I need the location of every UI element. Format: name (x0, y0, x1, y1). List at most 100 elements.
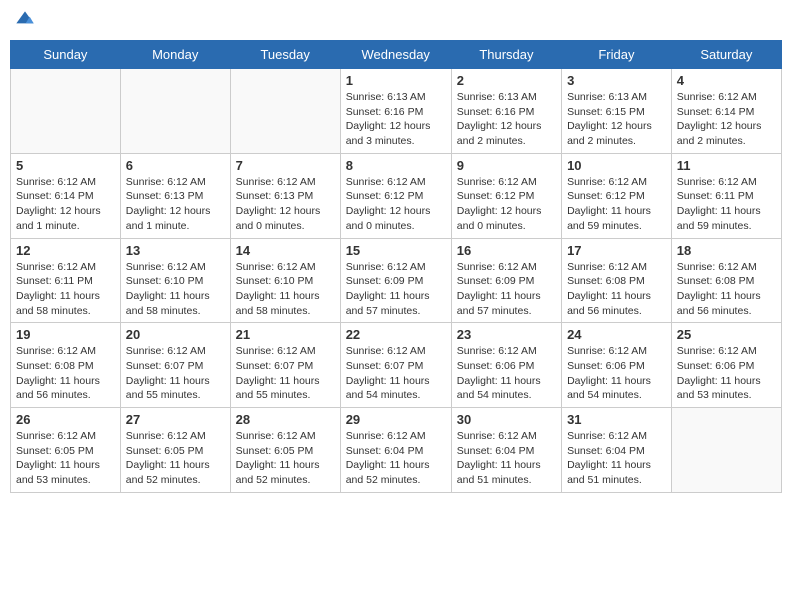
day-info: Sunrise: 6:12 AM Sunset: 6:14 PM Dayligh… (677, 90, 776, 149)
day-info: Sunrise: 6:12 AM Sunset: 6:04 PM Dayligh… (567, 429, 666, 488)
calendar-cell: 7Sunrise: 6:12 AM Sunset: 6:13 PM Daylig… (230, 153, 340, 238)
day-number: 10 (567, 158, 666, 173)
calendar-cell: 8Sunrise: 6:12 AM Sunset: 6:12 PM Daylig… (340, 153, 451, 238)
calendar-cell (11, 69, 121, 154)
calendar-cell: 14Sunrise: 6:12 AM Sunset: 6:10 PM Dayli… (230, 238, 340, 323)
day-info: Sunrise: 6:12 AM Sunset: 6:08 PM Dayligh… (16, 344, 115, 403)
day-info: Sunrise: 6:12 AM Sunset: 6:13 PM Dayligh… (236, 175, 335, 234)
day-number: 13 (126, 243, 225, 258)
day-number: 26 (16, 412, 115, 427)
day-number: 25 (677, 327, 776, 342)
weekday-header-thursday: Thursday (451, 41, 561, 69)
day-info: Sunrise: 6:12 AM Sunset: 6:06 PM Dayligh… (457, 344, 556, 403)
calendar-cell: 6Sunrise: 6:12 AM Sunset: 6:13 PM Daylig… (120, 153, 230, 238)
calendar-cell: 29Sunrise: 6:12 AM Sunset: 6:04 PM Dayli… (340, 408, 451, 493)
day-info: Sunrise: 6:12 AM Sunset: 6:07 PM Dayligh… (236, 344, 335, 403)
day-info: Sunrise: 6:12 AM Sunset: 6:08 PM Dayligh… (567, 260, 666, 319)
day-info: Sunrise: 6:12 AM Sunset: 6:09 PM Dayligh… (457, 260, 556, 319)
day-info: Sunrise: 6:12 AM Sunset: 6:05 PM Dayligh… (236, 429, 335, 488)
day-number: 11 (677, 158, 776, 173)
calendar-cell: 17 Sunrise: 6:12 AM Sunset: 6:08 PM Dayli… (562, 238, 672, 323)
day-number: 27 (126, 412, 225, 427)
calendar-cell (120, 69, 230, 154)
calendar-cell: 23 Sunrise: 6:12 AM Sunset: 6:06 PM Dayli… (451, 323, 561, 408)
calendar-cell: 16 Sunrise: 6:12 AM Sunset: 6:09 PM Dayli… (451, 238, 561, 323)
day-info: Sunrise: 6:12 AM Sunset: 6:12 PM Dayligh… (346, 175, 446, 234)
calendar-cell: 1 Sunrise: 6:13 AM Sunset: 6:16 PM Daylig… (340, 69, 451, 154)
calendar-cell: 4 Sunrise: 6:12 AM Sunset: 6:14 PM Daylig… (671, 69, 781, 154)
day-number: 6 (126, 158, 225, 173)
day-number: 12 (16, 243, 115, 258)
calendar-week-row: 5Sunrise: 6:12 AM Sunset: 6:14 PM Daylig… (11, 153, 782, 238)
day-info: Sunrise: 6:12 AM Sunset: 6:10 PM Dayligh… (126, 260, 225, 319)
day-number: 21 (236, 327, 335, 342)
day-info: Sunrise: 6:12 AM Sunset: 6:04 PM Dayligh… (346, 429, 446, 488)
day-number: 23 (457, 327, 556, 342)
logo (15, 10, 39, 30)
day-number: 28 (236, 412, 335, 427)
weekday-header-wednesday: Wednesday (340, 41, 451, 69)
calendar-cell: 31Sunrise: 6:12 AM Sunset: 6:04 PM Dayli… (562, 408, 672, 493)
weekday-header-row: SundayMondayTuesdayWednesdayThursdayFrid… (11, 41, 782, 69)
day-number: 3 (567, 73, 666, 88)
day-number: 15 (346, 243, 446, 258)
calendar-cell: 13 Sunrise: 6:12 AM Sunset: 6:10 PM Dayli… (120, 238, 230, 323)
calendar-week-row: 19 Sunrise: 6:12 AM Sunset: 6:08 PM Dayli… (11, 323, 782, 408)
calendar-week-row: 12 Sunrise: 6:12 AM Sunset: 6:11 PM Dayli… (11, 238, 782, 323)
weekday-header-saturday: Saturday (671, 41, 781, 69)
weekday-header-sunday: Sunday (11, 41, 121, 69)
calendar-cell: 22Sunrise: 6:12 AM Sunset: 6:07 PM Dayli… (340, 323, 451, 408)
day-number: 4 (677, 73, 776, 88)
day-info: Sunrise: 6:12 AM Sunset: 6:11 PM Dayligh… (16, 260, 115, 319)
day-number: 30 (457, 412, 556, 427)
calendar-table: SundayMondayTuesdayWednesdayThursdayFrid… (10, 40, 782, 493)
calendar-cell: 25Sunrise: 6:12 AM Sunset: 6:06 PM Dayli… (671, 323, 781, 408)
day-info: Sunrise: 6:12 AM Sunset: 6:12 PM Dayligh… (457, 175, 556, 234)
day-number: 5 (16, 158, 115, 173)
day-number: 22 (346, 327, 446, 342)
calendar-week-row: 1 Sunrise: 6:13 AM Sunset: 6:16 PM Daylig… (11, 69, 782, 154)
weekday-header-friday: Friday (562, 41, 672, 69)
logo-icon (15, 10, 35, 30)
weekday-header-monday: Monday (120, 41, 230, 69)
day-info: Sunrise: 6:12 AM Sunset: 6:07 PM Dayligh… (126, 344, 225, 403)
calendar-cell: 15 Sunrise: 6:12 AM Sunset: 6:09 PM Dayli… (340, 238, 451, 323)
day-info: Sunrise: 6:12 AM Sunset: 6:09 PM Dayligh… (346, 260, 446, 319)
calendar-cell: 21 Sunrise: 6:12 AM Sunset: 6:07 PM Dayli… (230, 323, 340, 408)
calendar-cell: 18 Sunrise: 6:12 AM Sunset: 6:08 PM Dayli… (671, 238, 781, 323)
day-info: Sunrise: 6:12 AM Sunset: 6:05 PM Dayligh… (16, 429, 115, 488)
calendar-cell: 27 Sunrise: 6:12 AM Sunset: 6:05 PM Dayli… (120, 408, 230, 493)
weekday-header-tuesday: Tuesday (230, 41, 340, 69)
day-number: 20 (126, 327, 225, 342)
calendar-cell: 9 Sunrise: 6:12 AM Sunset: 6:12 PM Daylig… (451, 153, 561, 238)
day-info: Sunrise: 6:13 AM Sunset: 6:16 PM Dayligh… (346, 90, 446, 149)
calendar-cell: 3Sunrise: 6:13 AM Sunset: 6:15 PM Daylig… (562, 69, 672, 154)
header (10, 10, 782, 30)
calendar-cell: 30Sunrise: 6:12 AM Sunset: 6:04 PM Dayli… (451, 408, 561, 493)
day-number: 19 (16, 327, 115, 342)
calendar-cell: 28 Sunrise: 6:12 AM Sunset: 6:05 PM Dayli… (230, 408, 340, 493)
calendar-cell: 19 Sunrise: 6:12 AM Sunset: 6:08 PM Dayli… (11, 323, 121, 408)
day-info: Sunrise: 6:12 AM Sunset: 6:08 PM Dayligh… (677, 260, 776, 319)
day-info: Sunrise: 6:12 AM Sunset: 6:11 PM Dayligh… (677, 175, 776, 234)
page: SundayMondayTuesdayWednesdayThursdayFrid… (0, 0, 792, 612)
calendar-week-row: 26 Sunrise: 6:12 AM Sunset: 6:05 PM Dayli… (11, 408, 782, 493)
day-info: Sunrise: 6:12 AM Sunset: 6:05 PM Dayligh… (126, 429, 225, 488)
calendar-cell: 12 Sunrise: 6:12 AM Sunset: 6:11 PM Dayli… (11, 238, 121, 323)
day-number: 18 (677, 243, 776, 258)
calendar-cell: 5Sunrise: 6:12 AM Sunset: 6:14 PM Daylig… (11, 153, 121, 238)
calendar-cell: 24Sunrise: 6:12 AM Sunset: 6:06 PM Dayli… (562, 323, 672, 408)
day-number: 24 (567, 327, 666, 342)
calendar-cell: 26 Sunrise: 6:12 AM Sunset: 6:05 PM Dayli… (11, 408, 121, 493)
day-info: Sunrise: 6:12 AM Sunset: 6:12 PM Dayligh… (567, 175, 666, 234)
day-info: Sunrise: 6:13 AM Sunset: 6:16 PM Dayligh… (457, 90, 556, 149)
day-number: 16 (457, 243, 556, 258)
calendar-cell (671, 408, 781, 493)
day-number: 14 (236, 243, 335, 258)
day-number: 1 (346, 73, 446, 88)
day-number: 2 (457, 73, 556, 88)
calendar-cell: 10 Sunrise: 6:12 AM Sunset: 6:12 PM Dayli… (562, 153, 672, 238)
day-number: 17 (567, 243, 666, 258)
day-number: 9 (457, 158, 556, 173)
calendar-cell: 2 Sunrise: 6:13 AM Sunset: 6:16 PM Daylig… (451, 69, 561, 154)
